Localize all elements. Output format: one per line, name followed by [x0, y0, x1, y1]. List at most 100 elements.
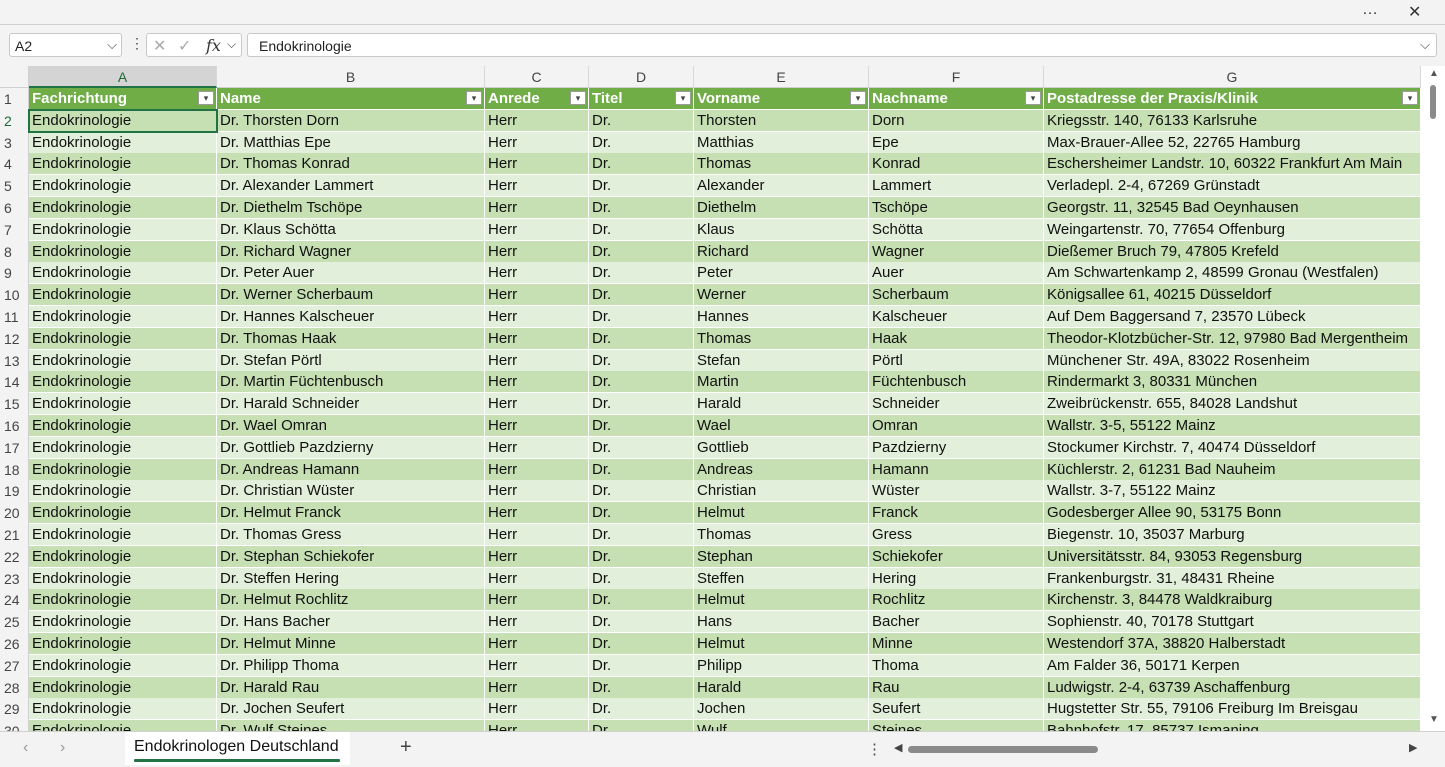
table-cell[interactable]: Endokrinologie	[29, 436, 217, 459]
table-cell[interactable]: Hans	[694, 611, 869, 634]
table-cell[interactable]: Hering	[869, 567, 1044, 590]
table-cell[interactable]: Rau	[869, 676, 1044, 699]
table-cell[interactable]: Dr. Harald Rau	[217, 676, 485, 699]
table-cell[interactable]: Dießemer Bruch 79, 47805 Krefeld	[1044, 240, 1421, 263]
table-cell[interactable]: Dr. Hans Bacher	[217, 611, 485, 634]
table-cell[interactable]: Dr. Gottlieb Pazdzierny	[217, 436, 485, 459]
table-cell[interactable]: Endokrinologie	[29, 633, 217, 655]
table-cell[interactable]: Bahnhofstr. 17, 85737 Ismaning	[1044, 720, 1421, 731]
table-cell[interactable]: Dr. Helmut Rochlitz	[217, 589, 485, 612]
table-cell[interactable]: Pazdzierny	[869, 436, 1044, 459]
table-cell[interactable]: Hannes	[694, 306, 869, 328]
table-cell[interactable]: Westendorf 37A, 38820 Halberstadt	[1044, 633, 1421, 655]
table-cell[interactable]: Thorsten	[694, 109, 869, 132]
column-header-g[interactable]: G	[1044, 66, 1421, 88]
table-cell[interactable]: Haak	[869, 327, 1044, 350]
table-cell[interactable]: Weingartenstr. 70, 77654 Offenburg	[1044, 218, 1421, 241]
table-cell[interactable]: Dr. Diethelm Tschöpe	[217, 197, 485, 219]
table-cell[interactable]: Dr. Thomas Haak	[217, 327, 485, 350]
table-cell[interactable]: Auf Dem Baggersand 7, 23570 Lübeck	[1044, 306, 1421, 328]
table-cell[interactable]: Alexander	[694, 175, 869, 198]
table-cell[interactable]: Diethelm	[694, 197, 869, 219]
row-number[interactable]: 21	[0, 524, 29, 546]
table-cell[interactable]: Gress	[869, 524, 1044, 546]
table-cell[interactable]: Am Schwartenkamp 2, 48599 Gronau (Westfa…	[1044, 262, 1421, 285]
table-cell[interactable]: Endokrinologie	[29, 654, 217, 677]
vertical-scroll-thumb[interactable]	[1430, 85, 1436, 119]
vertical-dots-icon[interactable]: ⋮	[130, 35, 144, 52]
add-sheet-icon[interactable]: +	[400, 736, 412, 759]
table-cell[interactable]: Dr.	[589, 153, 694, 176]
table-cell[interactable]: Universitätsstr. 84, 93053 Regensburg	[1044, 545, 1421, 568]
table-cell[interactable]: Endokrinologie	[29, 393, 217, 416]
scroll-up-icon[interactable]: ▲	[1429, 68, 1439, 79]
table-cell[interactable]: Dr. Christian Wüster	[217, 480, 485, 503]
table-cell[interactable]: Franck	[869, 502, 1044, 525]
table-cell[interactable]: Schneider	[869, 393, 1044, 416]
row-number[interactable]: 24	[0, 589, 29, 612]
table-cell[interactable]: Herr	[485, 720, 589, 731]
table-cell[interactable]: Christian	[694, 480, 869, 503]
scroll-right-icon[interactable]: ▶	[1409, 741, 1417, 754]
table-cell[interactable]: Herr	[485, 284, 589, 307]
table-cell[interactable]: Dorn	[869, 109, 1044, 132]
table-cell[interactable]: Dr. Stephan Schiekofer	[217, 545, 485, 568]
table-cell[interactable]: Kriegsstr. 140, 76133 Karlsruhe	[1044, 109, 1421, 132]
table-cell[interactable]: Dr.	[589, 480, 694, 503]
chevron-down-icon[interactable]: ⌵	[107, 37, 117, 53]
table-cell[interactable]: Herr	[485, 262, 589, 285]
table-cell[interactable]: Am Falder 36, 50171 Kerpen	[1044, 654, 1421, 677]
filter-dropdown-icon[interactable]: ▾	[198, 91, 214, 105]
previous-sheet-icon[interactable]: ‹	[23, 739, 28, 757]
horizontal-scrollbar[interactable]: ◀ ▶	[892, 740, 1422, 758]
table-cell[interactable]: Dr.	[589, 436, 694, 459]
table-cell[interactable]: Hugstetter Str. 55, 79106 Freiburg Im Br…	[1044, 698, 1421, 721]
column-header-f[interactable]: F	[869, 66, 1044, 88]
row-number[interactable]: 27	[0, 654, 29, 677]
table-cell[interactable]: Klaus	[694, 218, 869, 241]
table-cell[interactable]: Endokrinologie	[29, 524, 217, 546]
cancel-icon[interactable]: ✕	[153, 36, 166, 56]
table-cell[interactable]: Dr. Steffen Hering	[217, 567, 485, 590]
row-number[interactable]: 20	[0, 502, 29, 525]
header-cell[interactable]: Anrede ▾	[485, 88, 589, 110]
table-cell[interactable]: Richard	[694, 240, 869, 263]
table-cell[interactable]: Dr. Matthias Epe	[217, 131, 485, 154]
table-cell[interactable]: Helmut	[694, 502, 869, 525]
table-cell[interactable]: Herr	[485, 633, 589, 655]
table-cell[interactable]: Werner	[694, 284, 869, 307]
row-number[interactable]: 23	[0, 567, 29, 590]
table-cell[interactable]: Epe	[869, 131, 1044, 154]
row-number[interactable]: 6	[0, 197, 29, 219]
table-cell[interactable]: Endokrinologie	[29, 720, 217, 731]
column-header-b[interactable]: B	[217, 66, 485, 88]
filter-dropdown-icon[interactable]: ▾	[675, 91, 691, 105]
table-cell[interactable]: Rochlitz	[869, 589, 1044, 612]
table-cell[interactable]: Dr. Klaus Schötta	[217, 218, 485, 241]
table-cell[interactable]: Scherbaum	[869, 284, 1044, 307]
table-cell[interactable]: Gottlieb	[694, 436, 869, 459]
name-box[interactable]: A2 ⌵	[9, 33, 122, 57]
scroll-left-icon[interactable]: ◀	[894, 741, 902, 754]
header-cell[interactable]: Name ▾	[217, 88, 485, 110]
table-cell[interactable]: Dr.	[589, 720, 694, 731]
row-number[interactable]: 1	[0, 88, 29, 110]
table-cell[interactable]: Herr	[485, 545, 589, 568]
row-number[interactable]: 5	[0, 175, 29, 198]
table-cell[interactable]: Kalscheuer	[869, 306, 1044, 328]
table-cell[interactable]: Kirchenstr. 3, 84478 Waldkraiburg	[1044, 589, 1421, 612]
table-cell[interactable]: Dr.	[589, 371, 694, 394]
table-cell[interactable]: Omran	[869, 415, 1044, 437]
table-cell[interactable]: Godesberger Allee 90, 53175 Bonn	[1044, 502, 1421, 525]
table-cell[interactable]: Küchlerstr. 2, 61231 Bad Nauheim	[1044, 458, 1421, 481]
table-cell[interactable]: Dr.	[589, 589, 694, 612]
table-cell[interactable]: Herr	[485, 218, 589, 241]
filter-dropdown-icon[interactable]: ▾	[850, 91, 866, 105]
table-cell[interactable]: Endokrinologie	[29, 371, 217, 394]
table-cell[interactable]: Wüster	[869, 480, 1044, 503]
table-cell[interactable]: Thomas	[694, 327, 869, 350]
more-options-icon[interactable]: …	[1362, 1, 1379, 19]
next-sheet-icon[interactable]: ›	[60, 739, 65, 757]
insert-function-icon[interactable]: fx	[206, 36, 221, 55]
table-cell[interactable]: Helmut	[694, 589, 869, 612]
